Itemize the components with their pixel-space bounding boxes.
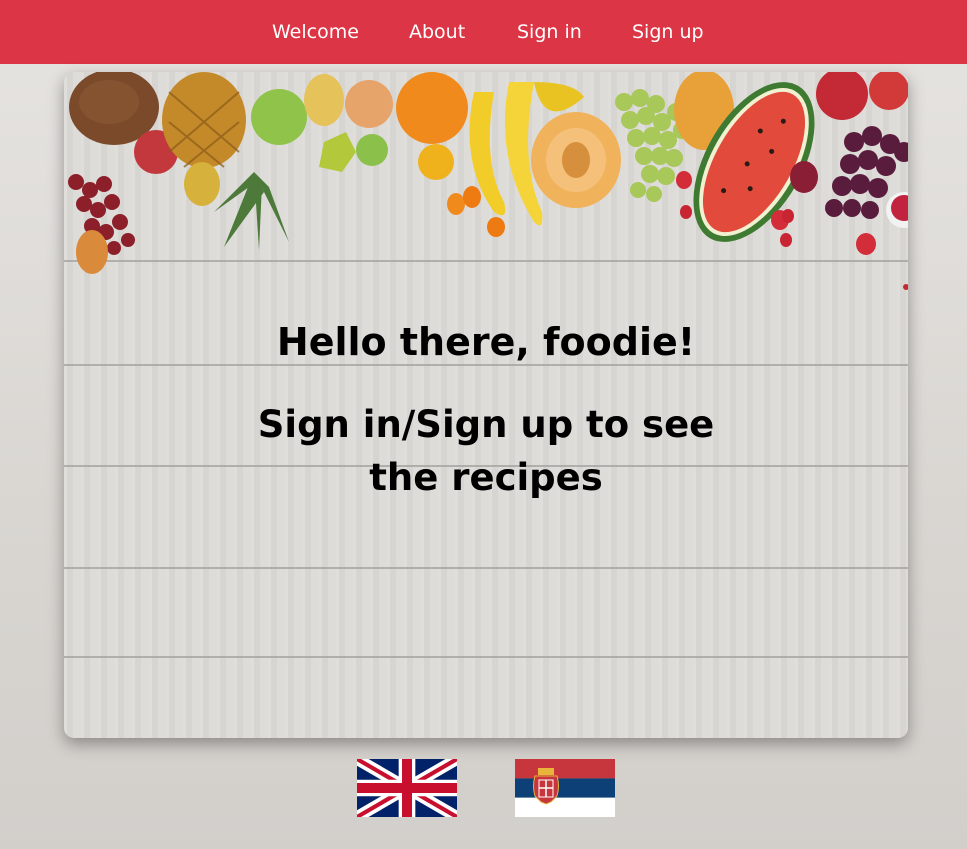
- hero-card: Hello there, foodie! Sign in/Sign up to …: [64, 72, 908, 738]
- wood-plank-line: [64, 656, 908, 658]
- serbia-flag-icon[interactable]: [515, 759, 615, 817]
- hero-subtitle: Sign in/Sign up to see the recipes: [257, 403, 715, 499]
- uk-flag-icon[interactable]: [357, 759, 457, 817]
- fruit-border-image: [68, 72, 908, 290]
- nav-link-sign-up[interactable]: Sign up: [632, 19, 704, 45]
- top-navbar: Welcome About Sign in Sign up: [0, 0, 967, 64]
- hero-title: Hello there, foodie!: [276, 320, 696, 364]
- nav-link-welcome[interactable]: Welcome: [272, 19, 359, 45]
- nav-link-sign-in[interactable]: Sign in: [517, 19, 582, 45]
- wood-plank-line: [64, 567, 908, 569]
- nav-link-about[interactable]: About: [409, 19, 465, 45]
